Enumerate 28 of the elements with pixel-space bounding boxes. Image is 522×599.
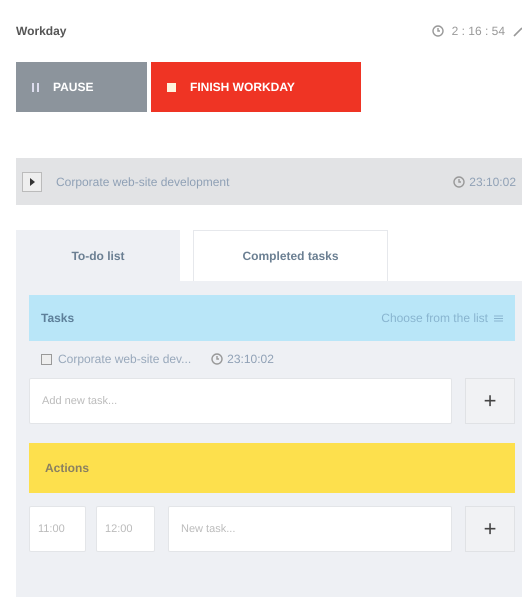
tasks-title: Tasks	[41, 310, 74, 327]
stop-icon	[167, 82, 176, 92]
pause-button[interactable]: PAUSE	[16, 62, 147, 112]
finish-workday-button[interactable]: FINISH WORKDAY	[151, 62, 361, 112]
current-task-name: Corporate web-site development	[56, 174, 230, 190]
end-time-field[interactable]: 12:00	[96, 506, 155, 552]
pencil-icon[interactable]	[513, 25, 522, 37]
task-name[interactable]: Corporate web-site dev...	[58, 350, 192, 368]
add-action-button[interactable]: +	[465, 506, 515, 552]
new-task-field[interactable]: Add new task...	[29, 378, 452, 424]
clock-icon	[453, 176, 466, 188]
header-title: Workday	[16, 23, 66, 40]
list-icon[interactable]	[494, 314, 503, 322]
tab[interactable]: Completed tasks	[193, 230, 388, 281]
clock-icon	[432, 25, 444, 37]
current-task-time: 23:10:02	[469, 174, 516, 190]
workday-timer: 2 : 16 : 54	[452, 23, 505, 40]
add-task-button[interactable]: +	[465, 378, 515, 424]
play-button[interactable]	[22, 172, 42, 192]
play-icon	[30, 178, 34, 186]
tab[interactable]: To-do list	[16, 230, 180, 281]
task-time: 23:10:02	[227, 351, 274, 368]
clock-icon	[211, 353, 224, 365]
actions-title: Actions	[45, 460, 90, 477]
start-time-field[interactable]: 11:00	[29, 506, 86, 552]
pause-icon	[32, 82, 39, 92]
new-action-field[interactable]: New task...	[168, 506, 452, 552]
task-checkbox[interactable]	[41, 354, 52, 364]
